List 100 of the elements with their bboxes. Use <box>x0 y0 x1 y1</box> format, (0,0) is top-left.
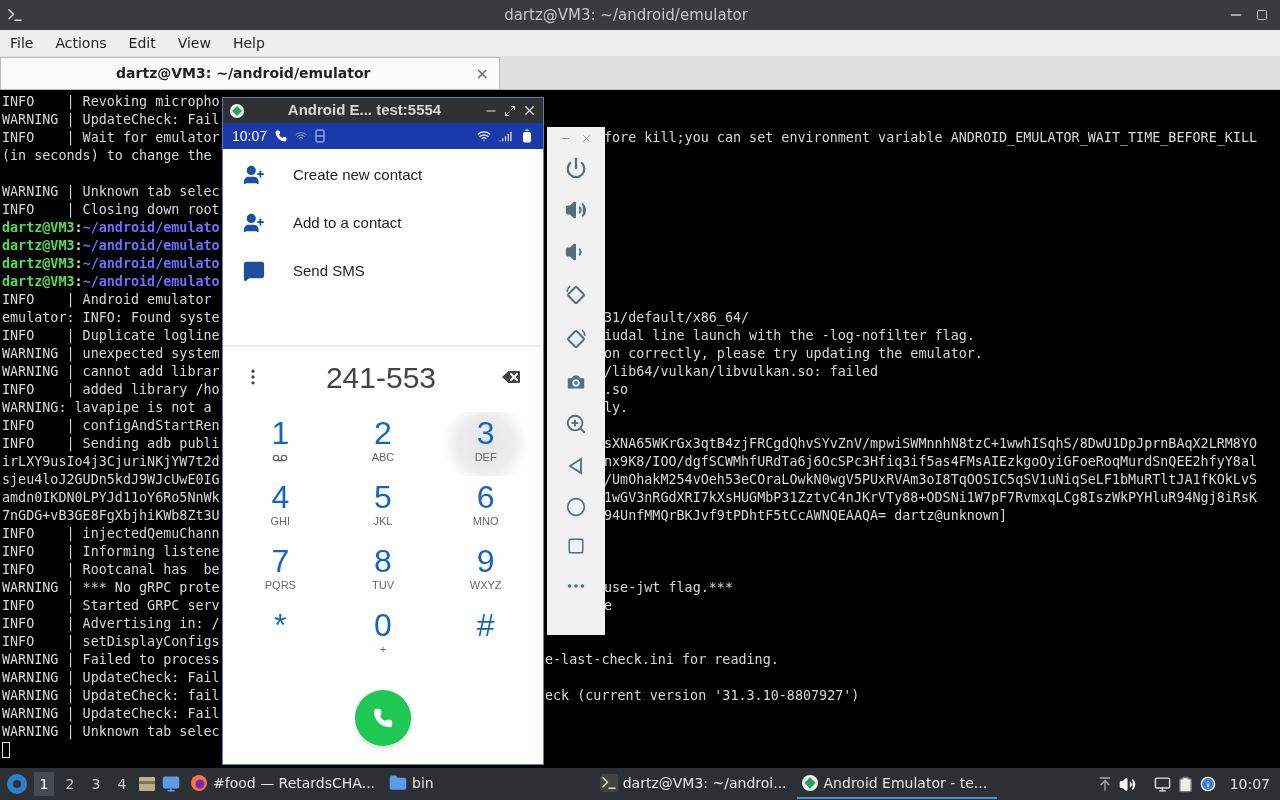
dial-key[interactable]: 0 + <box>331 604 435 668</box>
rotate-right-icon[interactable] <box>564 327 588 351</box>
menu-item[interactable]: Add to a contact <box>223 199 543 247</box>
browser-icon <box>190 774 208 792</box>
taskbar-item[interactable]: Android Emulator - te... <box>796 769 997 799</box>
workspace-button[interactable]: 2 <box>60 772 80 796</box>
log-line: INFO | Wait for emulator <box>2 129 220 147</box>
wifi-icon <box>477 129 491 143</box>
log-line: use-jwt flag.*** <box>604 579 733 597</box>
log-line: e-last-check.ini for reading. <box>545 651 779 669</box>
log-line: INFO | added library /ho <box>2 381 220 399</box>
dial-key[interactable]: 4 GHI <box>229 476 332 540</box>
terminal-icon <box>599 774 618 792</box>
text-cursor <box>2 742 10 758</box>
log-line: amdn0IKDN0LPYJd11oY6Ro5NnWk <box>2 489 220 507</box>
log-line: /UmOhakM254vOeh53eCOraLOwkN0wgV5PUxRVAm3oI8TqOOSIC5qSV1uNiqSeLF1bMuRTltJA1fKOkLvS <box>604 471 1257 489</box>
dial-key[interactable]: 9 WXYZ <box>434 540 537 604</box>
log-line: INFO | Closing down root <box>2 201 220 219</box>
maximize-icon[interactable] <box>1256 9 1268 21</box>
taskbar-item[interactable]: dartz@VM3: ~/androi... <box>595 769 791 799</box>
log-line: sXNA65WKrGx3qtB4zjFRCgdQhvSYvZnV/mpwiSWMnnhN8tzC+1wwhISqhS/8DwU1DpJprnBAqX2LRM8YO <box>604 435 1257 453</box>
prompt-text: dartz@VM3:~/android/emulato <box>2 219 220 237</box>
add-person-icon <box>243 212 265 234</box>
zoom-icon[interactable] <box>565 413 587 435</box>
log-line: WARNING: lavapipe is not a <box>2 399 212 417</box>
close-icon[interactable] <box>522 103 537 118</box>
log-line: INFO | setDisplayConfigs <box>2 633 220 651</box>
window-title: dartz@VM3: ~/android/emulator <box>503 4 749 26</box>
status-time: 10:07 <box>232 126 268 146</box>
menu-item[interactable]: View <box>177 32 211 54</box>
volume-icon[interactable] <box>1118 775 1136 793</box>
log-line: WARNING | unexpected system <box>2 345 220 363</box>
workspace-button[interactable]: 4 <box>112 772 132 796</box>
log-line: WARNING | Failed to process <box>2 651 220 669</box>
notification-icon[interactable] <box>1199 776 1216 792</box>
menu-item[interactable]: Send SMS <box>223 247 543 295</box>
log-line: /lib64/vulkan/libvulkan.so: failed <box>604 363 879 381</box>
log-line: on correctly, please try updating the emulator. <box>604 345 983 363</box>
emulator-title: Android E... test:5554 <box>286 100 443 121</box>
taskbar-item[interactable]: bin <box>385 769 438 799</box>
folder-icon <box>389 774 408 792</box>
menu-item[interactable]: File <box>10 32 34 54</box>
workspace-button[interactable]: 3 <box>86 772 106 796</box>
log-line: irLXY9usIo4j3CjuriNKjYW7t2d <box>2 453 220 471</box>
dial-key[interactable]: 1 <box>229 412 332 476</box>
log-line: WARNING | *** No gRPC prote <box>2 579 220 597</box>
log-line: e <box>604 597 613 615</box>
desktop-icon[interactable] <box>162 775 180 793</box>
add-person-icon <box>243 164 265 186</box>
taskbar-item[interactable]: #food — RetardsCHA... <box>186 769 380 799</box>
log-line: (in seconds) to change the <box>2 147 212 165</box>
clipboard-icon[interactable] <box>1176 775 1194 793</box>
log-line: INFO | injectedQemuChann <box>2 525 220 543</box>
log-line: WARNING | UpdateCheck: Fail <box>2 669 220 687</box>
message-icon <box>243 260 265 282</box>
start-menu-icon[interactable] <box>6 773 28 795</box>
prompt-text: dartz@VM3:~/android/emulato <box>2 237 220 255</box>
close-tab-button[interactable]: × <box>475 61 489 86</box>
log-line: INFO | Android emulator <box>2 291 212 309</box>
overview-icon[interactable] <box>567 537 585 555</box>
dial-key[interactable]: 6 MNO <box>434 476 537 540</box>
volume-up-icon[interactable] <box>565 199 587 221</box>
workspace-button[interactable]: 1 <box>34 772 54 796</box>
log-line: emulator: INFO: Found syste <box>2 309 220 327</box>
dial-key[interactable]: * <box>229 604 332 668</box>
log-line: WARNING | Unknown tab selec <box>2 183 220 201</box>
terminal-tab[interactable]: dartz@VM3: ~/android/emulator × <box>0 57 500 89</box>
rotate-left-icon[interactable] <box>564 283 588 307</box>
dial-key[interactable]: # <box>434 604 537 668</box>
dial-key[interactable]: 2 ABC <box>331 412 435 476</box>
menu-item[interactable]: Edit <box>128 32 156 54</box>
log-line: .so <box>604 381 629 399</box>
dial-key[interactable]: 7 PQRS <box>229 540 332 604</box>
file-manager-icon[interactable] <box>138 776 156 792</box>
network-icon[interactable] <box>1153 775 1171 793</box>
log-line: ly. <box>604 399 629 417</box>
resize-icon[interactable] <box>504 104 516 117</box>
prompt-text: dartz@VM3:~/android/emulato <box>2 273 220 291</box>
log-line: INFO | Sending adb publi <box>2 435 220 453</box>
log-line: fore kill;you can set environment variable ANDROID_EMULATOR_WAIT_TIME_BEFORE_KILL <box>604 129 1257 147</box>
battery-icon <box>520 129 534 143</box>
log-line: INFO | Advertising in: / <box>2 615 220 633</box>
log-line: INFO | Rootcanal has be <box>2 561 220 579</box>
power-icon[interactable] <box>565 157 587 179</box>
dial-key[interactable]: 8 TUV <box>331 540 435 604</box>
prompt-text: dartz@VM3:~/android/emulato <box>2 255 220 273</box>
emulator-icon <box>229 102 245 119</box>
menu-item[interactable]: Actions <box>55 32 107 54</box>
log-line: eck (current version '31.3.10-8807927') <box>545 687 860 705</box>
dial-key[interactable]: 5 JKL <box>331 476 435 540</box>
dialed-number: 241-553 <box>324 359 438 396</box>
log-line: WARNING | UpdateCheck: Fail <box>2 111 220 129</box>
log-line: WARNING | Unknown tab selec <box>2 723 220 741</box>
home-icon[interactable] <box>566 497 586 517</box>
menu-item[interactable]: Create new contact <box>223 151 543 199</box>
log-line: 1wGV3nRGdXRI7kXsHUGMbP31ZztvC4nJKrVTy88+ODSNi1W7pF7RvmxqLCg8IszWkPYHluR94Ngj8iRsK <box>604 489 1257 507</box>
menu-item[interactable]: Help <box>232 32 265 54</box>
log-line: nx9K8/IOO/dgfSCWMhfURdTa6j6OcSPc3Hfiq3if5as4FMsAIEzkgoOyiGFoeRoqMurdSnQEE2hfyY8al <box>604 453 1257 471</box>
log-line: iudal line launch with the -log-nofilter flag. <box>604 327 975 345</box>
log-line: INFO | configAndStartRen <box>2 417 220 435</box>
